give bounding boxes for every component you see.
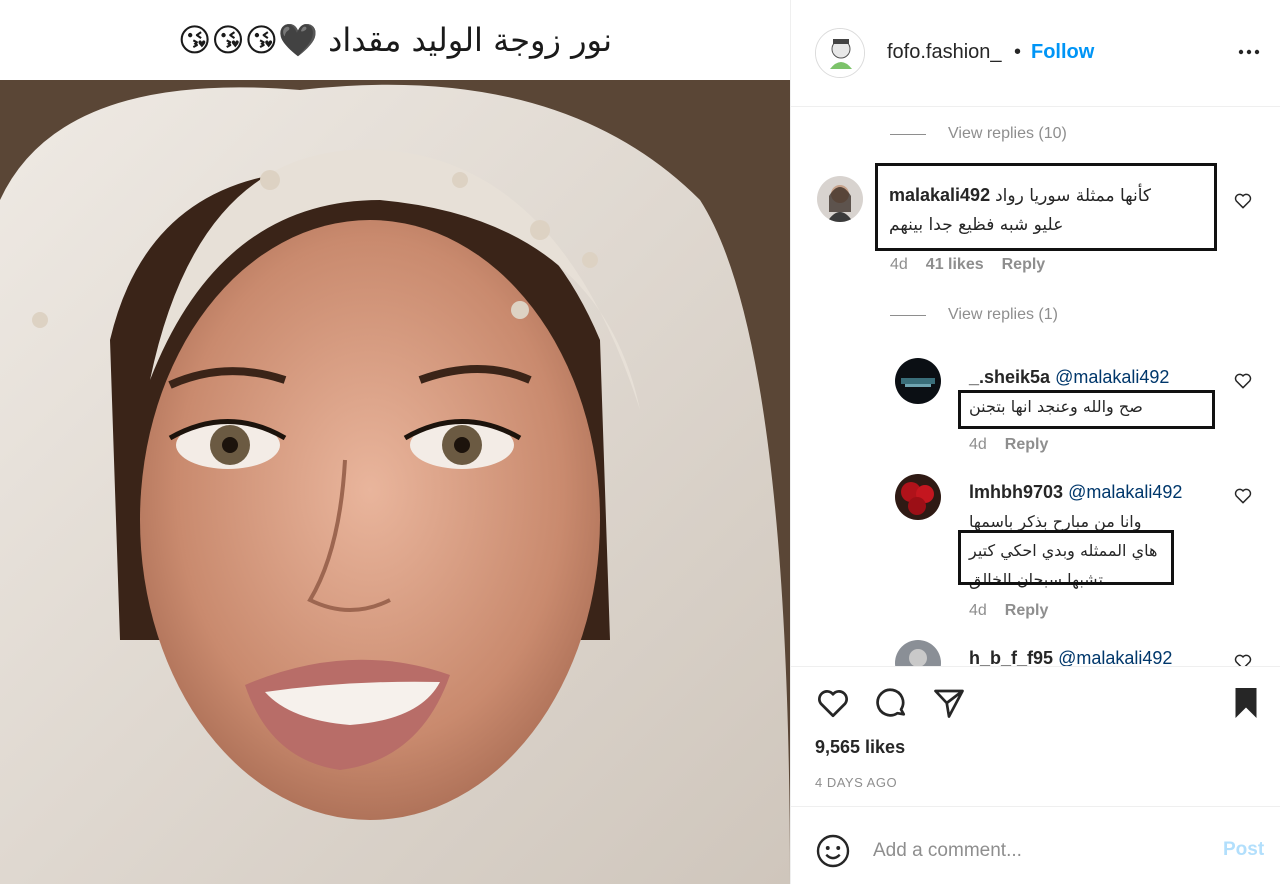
reply-2-username[interactable]: lmhbh9703 [969,482,1063,502]
reply-2-age: 4d [969,602,987,619]
view-replies-top[interactable]: View replies (10) [890,125,1067,143]
comment-main-age: 4d [890,256,908,273]
comments-list[interactable]: View replies (10) malakali492 كأنها ممثل… [791,108,1280,666]
reply-3-mention[interactable]: @malakali492 [1058,648,1172,666]
heart-icon[interactable] [1233,371,1253,391]
bookmark-icon[interactable] [1228,685,1264,721]
view-replies-top-label: View replies (10) [948,125,1067,142]
comment-avatar-malakali492[interactable] [817,176,863,222]
heart-icon[interactable] [1233,191,1253,211]
reply-2-reply[interactable]: Reply [1005,602,1049,620]
highlight-box-reply-1 [958,390,1215,429]
comment-avatar-image [817,176,863,222]
reply-avatar-image [895,358,941,404]
post-time-ago: 4 DAYS AGO [815,775,898,790]
comment-main-reply[interactable]: Reply [1002,256,1046,274]
reply-avatar-lmhbh9703[interactable] [895,474,941,520]
image-caption-text: نور زوجة الوليد مقداد 🖤😘😘😘 [178,21,612,59]
image-caption-bar: نور زوجة الوليد مقداد 🖤😘😘😘 [0,0,790,80]
follow-button[interactable]: Follow [1031,41,1094,64]
reply-avatar-sheik5a[interactable] [895,358,941,404]
view-replies-line [890,133,926,135]
post-actions: 9,565 likes 4 DAYS AGO [791,666,1280,806]
post-photo [0,80,790,884]
reply-2-meta: 4d Reply [969,602,1048,620]
comment-main-likes[interactable]: 41 likes [926,256,984,274]
reply-avatar-h_b_f_f95[interactable] [895,640,941,666]
view-replies-main-label: View replies (1) [948,306,1058,323]
heart-icon[interactable] [1233,486,1253,506]
post-header: fofo.fashion_ • Follow [791,0,1280,107]
comment-main-meta: 4d 41 likes Reply [890,256,1045,274]
highlight-box-main [875,163,1217,251]
reply-1-age: 4d [969,436,987,453]
emoji-icon[interactable] [815,833,851,869]
post-media: نور زوجة الوليد مقداد 🖤😘😘😘 [0,0,790,884]
more-icon[interactable] [1237,40,1261,64]
reply-avatar-image [895,640,941,666]
view-replies-line [890,314,926,316]
likes-count[interactable]: 9,565 likes [815,737,905,758]
reply-1-meta: 4d Reply [969,436,1048,454]
post-side-panel: fofo.fashion_ • Follow View replies (10)… [790,0,1280,884]
view-replies-main[interactable]: View replies (1) [890,306,1058,324]
author-avatar-image [816,29,864,77]
share-icon[interactable] [931,685,967,721]
post-comment-button[interactable]: Post [1223,839,1264,861]
heart-icon[interactable] [815,685,851,721]
heart-icon[interactable] [1233,652,1253,666]
header-separator: • [1014,41,1022,63]
add-comment-bar: Post [791,806,1280,884]
highlight-box-reply-2 [958,530,1174,585]
reply-1-username[interactable]: _.sheik5a [969,367,1050,387]
reply-avatar-image [895,474,941,520]
author-avatar[interactable] [815,28,865,78]
author-username[interactable]: fofo.fashion_ [887,41,1002,64]
reply-1-mention[interactable]: @malakali492 [1055,367,1169,387]
reply-2-mention[interactable]: @malakali492 [1068,482,1182,502]
reply-3: h_b_f_f95 @malakali492 [969,644,1229,666]
comment-input[interactable] [873,833,1203,869]
reply-3-username[interactable]: h_b_f_f95 [969,648,1053,666]
comment-icon[interactable] [873,685,909,721]
reply-1-reply[interactable]: Reply [1005,436,1049,454]
